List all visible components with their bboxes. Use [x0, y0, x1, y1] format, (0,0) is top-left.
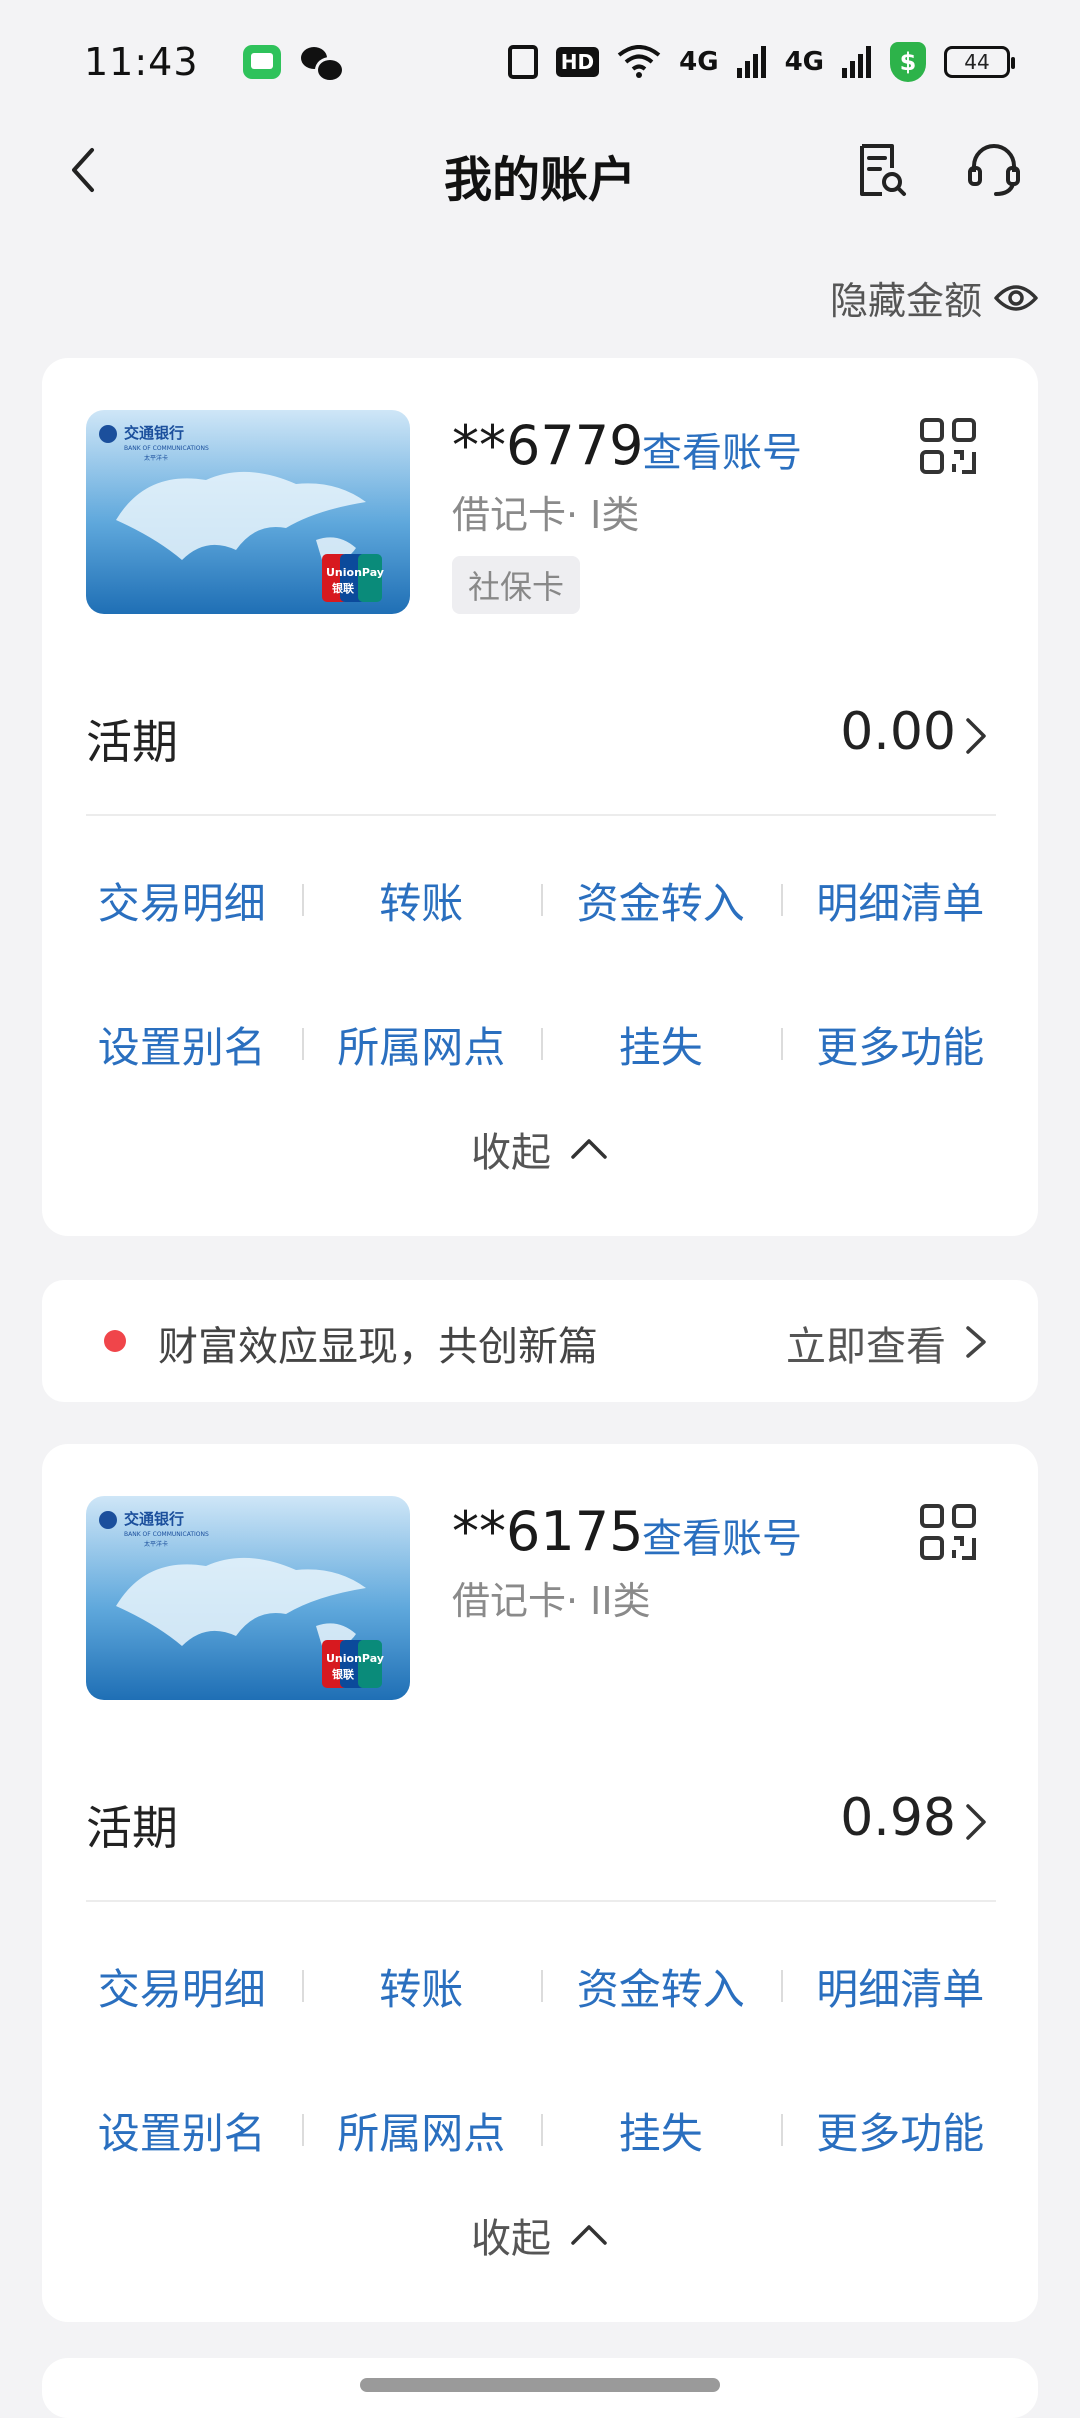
page-title: 我的账户: [443, 152, 636, 208]
action-row: 设置别名 所属网点 挂失 更多功能: [62, 2090, 1020, 2170]
transfer-button[interactable]: 转账: [301, 870, 542, 931]
unionpay-logo: UnionPay 银联: [322, 1640, 384, 1688]
statement-list-button[interactable]: 明细清单: [780, 1956, 1021, 2017]
branch-button[interactable]: 所属网点: [301, 2100, 542, 2161]
promo-dot: [104, 1330, 126, 1352]
system-icons: HD 4G 4G $ 44: [507, 42, 1015, 82]
battery-icon: 44: [944, 46, 1015, 78]
svg-text:银联: 银联: [332, 581, 354, 595]
account-number: **6779: [452, 414, 644, 477]
home-indicator[interactable]: [360, 2378, 720, 2392]
card-type: 借记卡· II类: [452, 1579, 651, 1623]
svg-text:UnionPay: UnionPay: [326, 566, 384, 579]
svg-text:UnionPay: UnionPay: [326, 1652, 384, 1665]
divider: [86, 1900, 996, 1902]
card-type: 借记卡· I类: [452, 493, 640, 537]
chevron-right-icon[interactable]: [962, 716, 990, 756]
eye-icon: [994, 284, 1038, 311]
chevron-up-icon: [571, 1139, 607, 1159]
action-row: 设置别名 所属网点 挂失 更多功能: [62, 1004, 1020, 1084]
balance-value[interactable]: 0.98: [840, 1788, 956, 1848]
svg-text:BANK OF COMMUNICATIONS: BANK OF COMMUNICATIONS: [124, 1531, 209, 1538]
hide-amount-label: 隐藏金额: [829, 279, 982, 323]
account-card: 交通银行 BANK OF COMMUNICATIONS 太平洋卡 UnionPa…: [42, 1444, 1038, 2322]
signal-4g-label: 4G: [679, 47, 719, 77]
wechat-icon: [300, 45, 345, 83]
action-row: 交易明细 转账 资金转入 明细清单: [62, 860, 1020, 940]
nfc-icon: [507, 45, 538, 79]
bank-card-logo-text: 交通银行: [124, 1510, 184, 1528]
svg-text:太平洋卡: 太平洋卡: [144, 1540, 168, 1548]
collapse-button[interactable]: 收起: [42, 1120, 1038, 1178]
svg-text:太平洋卡: 太平洋卡: [144, 454, 168, 462]
qr-code-icon[interactable]: [918, 416, 978, 476]
collapse-button[interactable]: 收起: [42, 2206, 1038, 2264]
status-time: 11:43: [84, 40, 199, 84]
qr-code-icon[interactable]: [918, 1502, 978, 1562]
more-functions-button[interactable]: 更多功能: [780, 2100, 1021, 2161]
fund-in-button[interactable]: 资金转入: [541, 870, 781, 931]
hide-amount-toggle[interactable]: 隐藏金额: [830, 270, 1038, 325]
action-row: 交易明细 转账 资金转入 明细清单: [62, 1946, 1020, 2026]
set-alias-button[interactable]: 设置别名: [62, 2100, 302, 2161]
view-account-number-link[interactable]: 查看账号: [642, 420, 802, 478]
bill-search-icon[interactable]: [852, 142, 908, 198]
unionpay-logo: UnionPay 银联: [322, 554, 384, 602]
transfer-button[interactable]: 转账: [301, 1956, 542, 2017]
hd-icon: HD: [555, 47, 600, 77]
signal-icon: [736, 46, 766, 78]
signal-icon-2: [842, 46, 871, 78]
wifi-icon: [617, 45, 661, 78]
customer-service-icon[interactable]: [964, 138, 1024, 198]
report-loss-button[interactable]: 挂失: [541, 1014, 781, 1075]
chevron-right-icon: [966, 1326, 986, 1358]
promo-view-link[interactable]: 立即查看: [786, 1314, 946, 1372]
security-shield-icon: $: [890, 42, 926, 82]
set-alias-button[interactable]: 设置别名: [62, 1014, 302, 1075]
fund-in-button[interactable]: 资金转入: [541, 1956, 781, 2017]
svg-text:银联: 银联: [332, 1667, 354, 1681]
svg-text:BANK OF COMMUNICATIONS: BANK OF COMMUNICATIONS: [124, 445, 209, 452]
balance-label: 活期: [86, 1801, 178, 1855]
status-bar: 11:43 HD 4G 4G $ 44: [0, 0, 1080, 124]
collapse-label: 收起: [471, 2216, 551, 2262]
promo-text: 财富效应显现，共创新篇: [158, 1324, 598, 1370]
branch-button[interactable]: 所属网点: [301, 1014, 542, 1075]
transaction-details-button[interactable]: 交易明细: [62, 1956, 302, 2017]
chevron-up-icon: [571, 2225, 607, 2245]
divider: [86, 814, 996, 816]
notification-icons: [242, 45, 345, 83]
report-loss-button[interactable]: 挂失: [541, 2100, 781, 2161]
account-card: 交通银行 BANK OF COMMUNICATIONS 太平洋卡 UnionPa…: [42, 358, 1038, 1236]
message-app-icon: [242, 45, 281, 79]
nav-bar: 我的账户: [0, 124, 1080, 216]
bank-card-logo-text: 交通银行: [124, 424, 184, 442]
chevron-right-icon[interactable]: [962, 1802, 990, 1842]
social-security-tag: 社保卡: [452, 556, 581, 614]
promo-banner[interactable]: 财富效应显现，共创新篇 立即查看: [42, 1280, 1038, 1402]
signal-4g-label-2: 4G: [784, 47, 824, 77]
more-functions-button[interactable]: 更多功能: [780, 1014, 1021, 1075]
account-number: **6175: [452, 1500, 644, 1563]
collapse-label: 收起: [471, 1130, 551, 1176]
bank-card-image[interactable]: 交通银行 BANK OF COMMUNICATIONS 太平洋卡 UnionPa…: [86, 1496, 410, 1700]
bank-card-image[interactable]: 交通银行 BANK OF COMMUNICATIONS 太平洋卡 UnionPa…: [86, 410, 410, 614]
view-account-number-link[interactable]: 查看账号: [642, 1506, 802, 1564]
balance-value[interactable]: 0.00: [840, 702, 956, 762]
transaction-details-button[interactable]: 交易明细: [62, 870, 302, 931]
statement-list-button[interactable]: 明细清单: [780, 870, 1021, 931]
balance-label: 活期: [86, 715, 178, 769]
